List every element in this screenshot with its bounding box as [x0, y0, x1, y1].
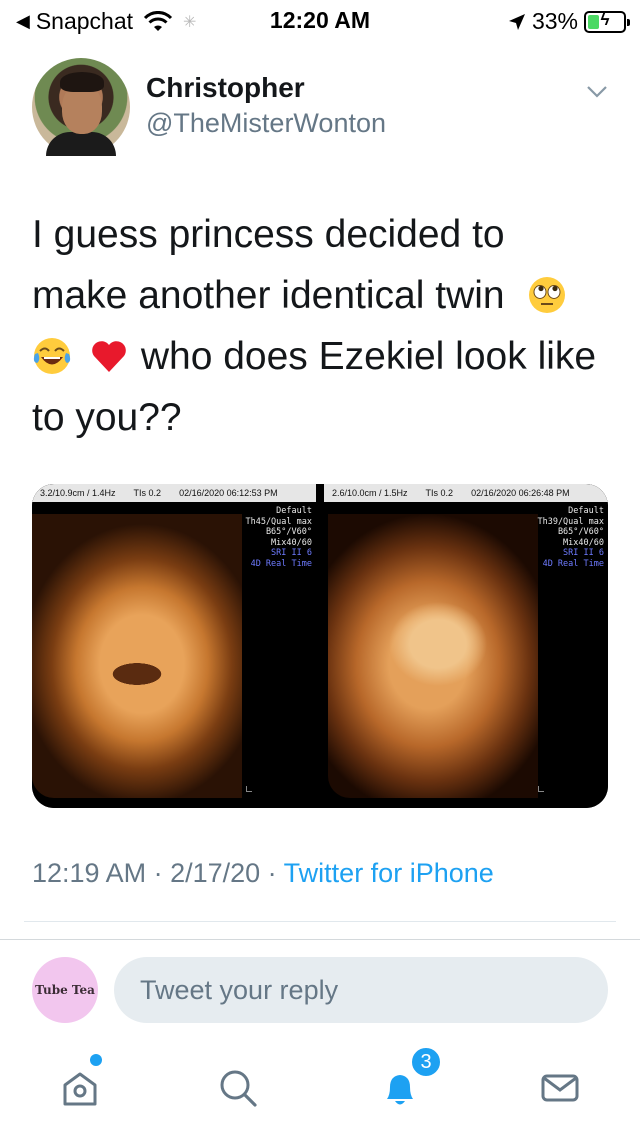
scan-params: 3.2/10.9cm / 1.4Hz: [40, 488, 116, 498]
notification-count-badge: 3: [410, 1046, 442, 1078]
tab-search[interactable]: [210, 1060, 266, 1116]
tweet-line-3: who does Ezekiel look like: [32, 326, 622, 387]
scan-header-right: 2.6/10.0cm / 1.5Hz TIs 0.2 02/16/2020 06…: [324, 484, 608, 502]
scan-corner-mark: [246, 786, 252, 792]
ultrasound-image-right[interactable]: 2.6/10.0cm / 1.5Hz TIs 0.2 02/16/2020 06…: [324, 484, 608, 808]
scan-info-line: Default: [276, 506, 312, 516]
red-heart-icon: [92, 341, 126, 372]
home-new-dot: [90, 1054, 102, 1066]
scan-header-left: 3.2/10.9cm / 1.4Hz TIs 0.2 02/16/2020 06…: [32, 484, 316, 502]
tab-notifications[interactable]: 3: [372, 1046, 442, 1116]
tweet-line-3-text: who does Ezekiel look like: [140, 335, 597, 378]
author-handle[interactable]: @TheMisterWonton: [146, 108, 386, 139]
home-icon: [63, 1072, 97, 1106]
scan-info-right: Default Th39/Qual max B65°/V60° Mix40/60…: [537, 506, 604, 569]
tweet-text: I guess princess decided to make another…: [32, 204, 622, 448]
author-display-name[interactable]: Christopher: [146, 72, 305, 104]
face-with-rolling-eyes-icon: [529, 277, 566, 313]
avatar-shirt: [46, 132, 116, 156]
scan-date: 02/16/2020 06:26:48 PM: [471, 488, 570, 498]
scan-tis: TIs 0.2: [425, 488, 454, 498]
scan-info-left: Default Th45/Qual max B65°/V60° Mix40/60…: [245, 506, 312, 569]
scan-info-line: Th45/Qual max: [245, 516, 312, 527]
scan-info-line: Default: [568, 506, 604, 516]
scan-info-line: SRI II 6: [271, 548, 312, 558]
ultrasound-scan-right: [328, 514, 538, 798]
face-with-tears-of-joy-icon: [33, 338, 71, 374]
scan-info-line: 4D Real Time: [250, 558, 312, 569]
divider: [0, 939, 640, 940]
tweet-timestamp: 12:19 AM · 2/17/20 ·: [32, 858, 284, 888]
tweet-line-2-text: make another identical twin: [32, 274, 505, 317]
tweet-line-2: make another identical twin: [32, 265, 622, 326]
tab-home[interactable]: [52, 1054, 108, 1116]
avatar-hair: [60, 72, 104, 92]
search-icon: [220, 1070, 257, 1107]
scan-corner-mark: [538, 786, 544, 792]
tweet-line-4: to you??: [32, 396, 182, 439]
tweet-source-link[interactable]: Twitter for iPhone: [284, 858, 494, 888]
scan-info-line: Mix40/60: [563, 537, 604, 548]
ultrasound-image-left[interactable]: 3.2/10.9cm / 1.4Hz TIs 0.2 02/16/2020 06…: [32, 484, 316, 808]
scan-info-line: SRI II 6: [563, 548, 604, 558]
location-arrow-icon: [508, 13, 525, 30]
reply-avatar-text: Tube Tea: [35, 983, 95, 997]
battery-charging-icon: ϟ: [584, 9, 630, 33]
reply-placeholder: Tweet your reply: [140, 974, 339, 1005]
scan-info-line: 4D Real Time: [542, 558, 604, 569]
scan-info-line: B65°/V60°: [265, 527, 312, 537]
scan-info-line: Th39/Qual max: [537, 516, 604, 527]
reply-user-avatar[interactable]: Tube Tea: [32, 957, 98, 1023]
scan-tis: TIs 0.2: [133, 488, 162, 498]
divider: [24, 921, 616, 922]
scan-info-line: B65°/V60°: [557, 527, 604, 537]
status-right: 33% ϟ: [508, 8, 630, 35]
tab-messages[interactable]: [532, 1060, 588, 1116]
author-avatar[interactable]: [32, 58, 130, 156]
scan-params: 2.6/10.0cm / 1.5Hz: [332, 488, 408, 498]
reply-input[interactable]: Tweet your reply: [114, 957, 608, 1023]
messages-icon: [541, 1074, 579, 1102]
ultrasound-scan-left: [32, 514, 242, 798]
tweet-meta: 12:19 AM · 2/17/20 · Twitter for iPhone: [32, 858, 494, 889]
charging-bolt-icon: ϟ: [600, 9, 610, 29]
status-bar: ◀ Snapchat ✳ 12:20 AM 33% ϟ: [0, 0, 640, 40]
chevron-down-icon[interactable]: [586, 80, 608, 102]
tweet-media[interactable]: 3.2/10.9cm / 1.4Hz TIs 0.2 02/16/2020 06…: [32, 484, 608, 808]
battery-percent: 33%: [531, 8, 578, 34]
scan-date: 02/16/2020 06:12:53 PM: [179, 488, 278, 498]
tweet-line-1: I guess princess decided to: [32, 213, 505, 256]
scan-info-line: Mix40/60: [271, 537, 312, 548]
